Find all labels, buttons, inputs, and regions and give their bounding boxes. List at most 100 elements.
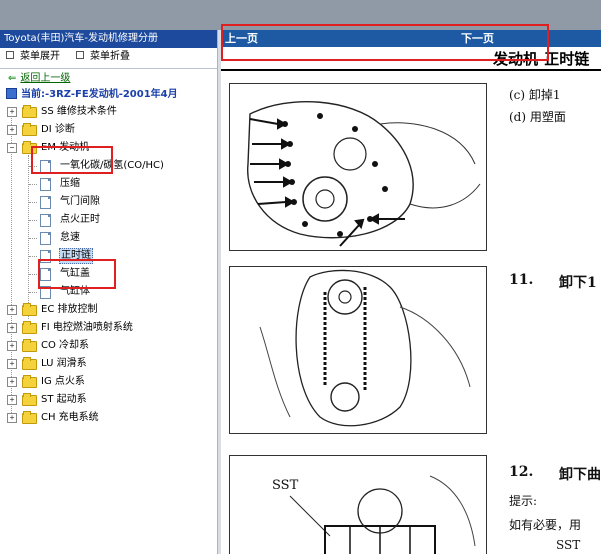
tree-label[interactable]: DI 诊断	[41, 121, 75, 139]
document-icon	[40, 250, 51, 263]
crankshaft-pulley-figure: SST	[229, 455, 487, 554]
tree-view: + SS 维修技术条件 + DI 诊断 − EM 发动机 一氧化碳/碳氢(CO/…	[0, 103, 217, 443]
tree-node-ch[interactable]: + CH 充电系统	[0, 409, 217, 427]
content-panel: 上一页 下一页 发动机-正时链 (c) 卸掉1 (d) 用塑面 11. 卸下1 …	[221, 30, 601, 554]
folder-icon	[22, 357, 37, 370]
step-12-number: 12.	[509, 464, 534, 480]
step-11-text: 卸下1	[559, 275, 597, 291]
square-icon	[6, 51, 14, 59]
tree-label[interactable]: FI 电控燃油喷射系统	[41, 319, 133, 337]
hint-body: 如有必要，用	[509, 518, 582, 532]
tree-connector	[29, 238, 37, 239]
tree-label[interactable]: 点火正时	[60, 211, 100, 229]
tree-connector	[29, 256, 37, 257]
document-icon	[40, 286, 51, 299]
tree-label[interactable]: LU 润滑系	[41, 355, 87, 373]
tree-label[interactable]: 气门间隙	[60, 193, 100, 211]
tree-label[interactable]: 怠速	[60, 229, 80, 247]
tree-connector	[29, 202, 37, 203]
tree-node-em-child[interactable]: 压缩	[0, 175, 217, 193]
document-icon	[40, 214, 51, 227]
tree-connector	[29, 184, 37, 185]
pulley-removal-illustration	[289, 475, 476, 554]
folder-icon	[22, 375, 37, 388]
next-page-button[interactable]: 下一页	[461, 30, 494, 47]
tree-connector	[29, 292, 37, 293]
collapse-minus-icon[interactable]: −	[7, 143, 17, 153]
expand-plus-icon[interactable]: +	[7, 377, 17, 387]
current-location-label: 当前:-3RZ-FE发动机-2001年4月	[21, 89, 178, 100]
menu-expand-button[interactable]: 菜单展开	[20, 51, 60, 62]
tree-connector	[29, 220, 37, 221]
expand-plus-icon[interactable]: +	[7, 125, 17, 135]
tree-label-selected[interactable]: 正时链	[59, 248, 93, 264]
expand-plus-icon[interactable]: +	[7, 395, 17, 405]
tree-node-em-child[interactable]: 气缸体	[0, 283, 217, 301]
tree-label[interactable]: IG 点火系	[41, 373, 85, 391]
tree-label[interactable]: EC 排放控制	[41, 301, 97, 319]
tree-label[interactable]: SS 维修技术条件	[41, 103, 117, 121]
tree-node-em-child[interactable]: 怠速	[0, 229, 217, 247]
left-navigation-panel: Toyota(丰田)汽车-发动机修理分册 菜单展开 菜单折叠 ⇐ 返回上一级 当前:…	[0, 30, 217, 554]
step-item-d: (d) 用塑面	[509, 110, 566, 124]
tree-label[interactable]: 一氧化碳/碳氢(CO/HC)	[60, 157, 164, 175]
expand-plus-icon[interactable]: +	[7, 341, 17, 351]
tree-node-ec[interactable]: + EC 排放控制	[0, 301, 217, 319]
expand-plus-icon[interactable]: +	[7, 305, 17, 315]
section-title: 发动机-正时链	[493, 50, 590, 68]
document-icon	[40, 178, 51, 191]
tree-label[interactable]: 气缸盖	[60, 265, 90, 283]
tree-label[interactable]: 气缸体	[60, 283, 90, 301]
folder-icon	[22, 393, 37, 406]
step-12-text: 卸下曲	[559, 467, 601, 483]
prev-page-button[interactable]: 上一页	[225, 30, 258, 47]
engine-bolts-illustration	[247, 100, 481, 247]
folder-icon	[22, 339, 37, 352]
title-rule	[221, 69, 601, 71]
folder-icon	[22, 303, 37, 316]
tree-label[interactable]: EM 发动机	[41, 139, 89, 157]
tree-node-ss[interactable]: + SS 维修技术条件	[0, 103, 217, 121]
folder-icon	[22, 411, 37, 424]
tree-node-em[interactable]: − EM 发动机	[0, 139, 217, 157]
tree-node-em-child[interactable]: 点火正时	[0, 211, 217, 229]
window-top-bar	[0, 0, 601, 30]
hint-label: 提示:	[509, 494, 538, 508]
expand-plus-icon[interactable]: +	[7, 323, 17, 333]
tree-connector	[29, 274, 37, 275]
open-folder-icon	[22, 141, 37, 154]
folder-icon	[22, 321, 37, 334]
document-icon	[40, 232, 51, 245]
tree-label[interactable]: ST 起动系	[41, 391, 87, 409]
back-link-label[interactable]: 返回上一级	[20, 73, 70, 84]
square-icon	[76, 51, 84, 59]
tree-node-lu[interactable]: + LU 润滑系	[0, 355, 217, 373]
timing-chain-illustration	[259, 269, 471, 427]
current-location: 当前:-3RZ-FE发动机-2001年4月	[0, 87, 217, 103]
tree-node-ig[interactable]: + IG 点火系	[0, 373, 217, 391]
tree-label[interactable]: 压缩	[60, 175, 80, 193]
sst-text-label: SST	[556, 538, 581, 552]
tree-connector	[29, 166, 37, 167]
divider	[0, 68, 217, 69]
tree-label[interactable]: CH 充电系统	[41, 409, 99, 427]
tree-node-st[interactable]: + ST 起动系	[0, 391, 217, 409]
sst-figure-label: SST	[272, 478, 299, 493]
back-link[interactable]: ⇐ 返回上一级	[0, 71, 217, 87]
expand-plus-icon[interactable]: +	[7, 107, 17, 117]
tree-node-em-child[interactable]: 气门间隙	[0, 193, 217, 211]
tree-node-co[interactable]: + CO 冷却系	[0, 337, 217, 355]
tree-node-em-child[interactable]: 气缸盖	[0, 265, 217, 283]
tree-node-em-child[interactable]: 一氧化碳/碳氢(CO/HC)	[0, 157, 217, 175]
expand-plus-icon[interactable]: +	[7, 413, 17, 423]
tree-label[interactable]: CO 冷却系	[41, 337, 89, 355]
page-navigation-bar: 上一页 下一页	[221, 30, 601, 47]
menu-collapse-button[interactable]: 菜单折叠	[90, 51, 130, 62]
document-icon	[40, 196, 51, 209]
step-item-c: (c) 卸掉1	[509, 88, 561, 102]
tree-node-fi[interactable]: + FI 电控燃油喷射系统	[0, 319, 217, 337]
folder-icon	[22, 123, 37, 136]
tree-node-di[interactable]: + DI 诊断	[0, 121, 217, 139]
tree-node-timing-chain[interactable]: 正时链	[0, 247, 217, 265]
expand-plus-icon[interactable]: +	[7, 359, 17, 369]
